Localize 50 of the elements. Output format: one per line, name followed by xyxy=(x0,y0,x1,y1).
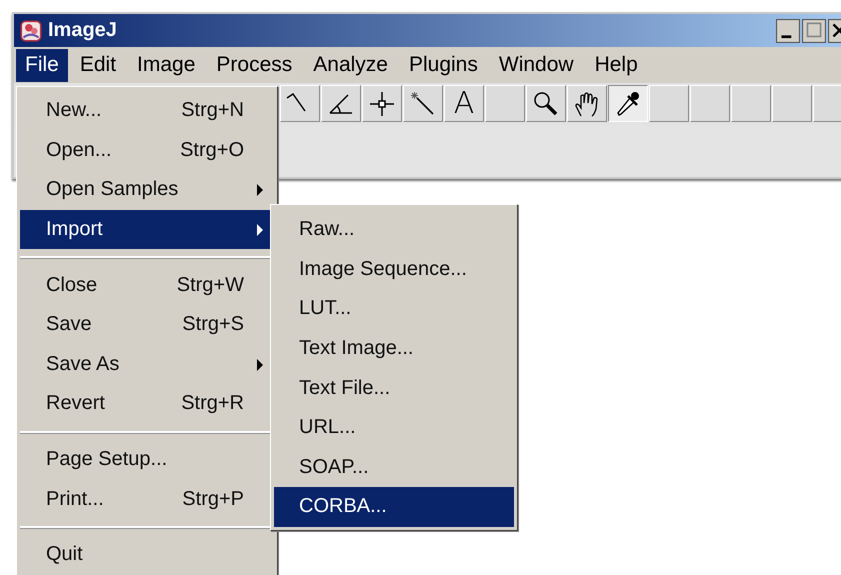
menu-bar-item[interactable]: Process xyxy=(207,48,302,82)
menu-item-label: Print... xyxy=(46,488,104,511)
menu-item[interactable]: Save Strg+S xyxy=(20,304,274,345)
menu-item[interactable]: Save As xyxy=(20,344,274,384)
shortcut-label: Strg+S xyxy=(182,313,244,336)
menu-item[interactable]: Revert Strg+R xyxy=(20,384,274,424)
menu-item[interactable]: LUT... xyxy=(274,289,514,329)
menu-bar-item[interactable]: File xyxy=(16,48,68,82)
menu-item[interactable]: Page Setup... xyxy=(20,440,274,480)
menu-bar-item[interactable]: Help xyxy=(586,48,647,82)
maximize-icon[interactable] xyxy=(802,18,826,42)
minimize-icon[interactable] xyxy=(776,18,800,42)
menu-item[interactable]: Print... Strg+P xyxy=(20,479,274,519)
menu-bar-item[interactable]: Edit xyxy=(70,48,126,82)
menu-item[interactable]: SOAP... xyxy=(274,448,514,488)
menu-item-label: Close xyxy=(46,274,98,297)
tool-button[interactable] xyxy=(608,85,648,122)
text-tool-label: A xyxy=(454,88,474,118)
menu-item[interactable]: Image Sequence... xyxy=(274,250,514,290)
menu-item-label: Open... xyxy=(46,138,112,162)
shortcut-label: Strg+N xyxy=(181,99,244,122)
menu-item[interactable]: Raw... xyxy=(274,210,514,250)
menu-bar-item[interactable]: Analyze xyxy=(304,48,397,82)
shortcut-label: Strg+R xyxy=(181,392,244,416)
shortcut-label: Strg+W xyxy=(176,274,244,297)
menu-item[interactable]: Text Image... xyxy=(274,328,514,368)
app-logo-icon xyxy=(18,18,44,44)
menu-item-label: Open Samples xyxy=(46,178,178,202)
shortcut-label: Strg+O xyxy=(180,138,244,162)
menu-item[interactable]: CORBA... xyxy=(274,487,514,527)
menu-item-label: Revert xyxy=(46,392,105,416)
menu-item-label: Save xyxy=(46,313,92,336)
menu-item[interactable]: New... Strg+N xyxy=(20,91,274,131)
menu-item-label: Save As xyxy=(46,352,120,376)
menu-bar-item[interactable]: Window xyxy=(490,48,583,82)
menu-item-label: Page Setup... xyxy=(46,448,168,472)
menu-item[interactable]: Quit xyxy=(20,534,274,575)
menu-item-label: Quit xyxy=(46,543,83,566)
menu-item[interactable]: URL... xyxy=(274,408,514,448)
menu-item[interactable]: Open Samples xyxy=(20,170,274,210)
tool-button[interactable]: A xyxy=(444,85,484,122)
menu-item[interactable]: Text File... xyxy=(274,368,514,408)
menu-bar-item[interactable]: Image xyxy=(128,48,204,82)
window-title: ImageJ xyxy=(48,19,117,42)
menu-item-label: New... xyxy=(46,99,102,122)
menu-bar-item[interactable]: Plugins xyxy=(400,48,487,82)
empty-tool-button[interactable] xyxy=(813,85,841,122)
menu-item[interactable]: Close Strg+W xyxy=(20,265,274,305)
shortcut-label: Strg+P xyxy=(182,488,244,511)
menu-item-label: Import xyxy=(46,218,103,242)
